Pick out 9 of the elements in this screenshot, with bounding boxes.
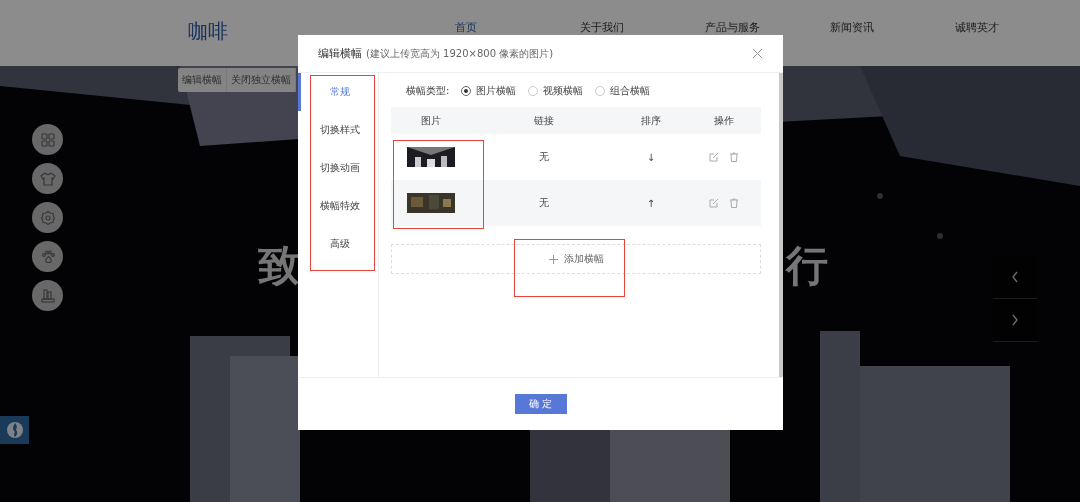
nav-link[interactable]: 诚聘英才: [955, 22, 1080, 34]
modal-title: 编辑横幅: [318, 46, 362, 61]
close-icon: [752, 48, 763, 59]
nav-link[interactable]: 关于我们: [580, 22, 705, 34]
nav-link[interactable]: 首页: [455, 22, 580, 34]
modal-hint: (建议上传宽高为 1920×800 像素的图片): [366, 46, 555, 61]
nav-link[interactable]: 新闻资讯: [830, 22, 955, 34]
nav-link[interactable]: 产品与服务: [705, 22, 830, 34]
close-button[interactable]: [752, 48, 763, 59]
